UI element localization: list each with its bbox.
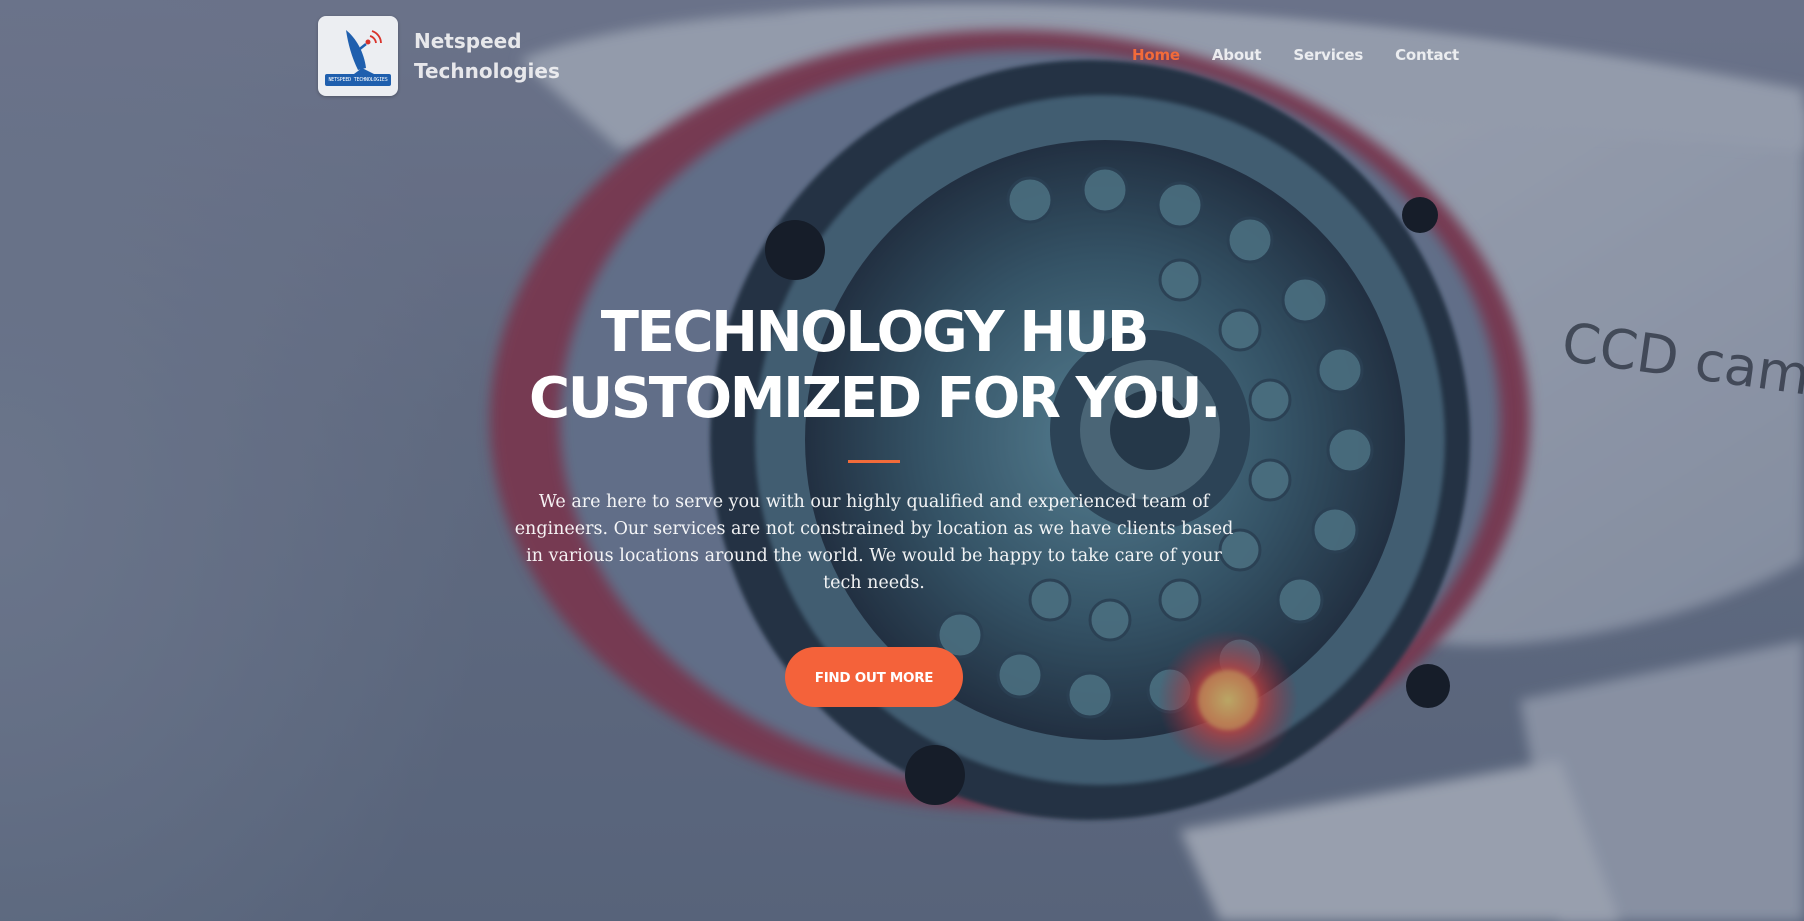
nav-item-about[interactable]: About [1212, 46, 1262, 64]
page: CCD camera NETSPEED TECHNOLOGIES Netspee… [0, 0, 1804, 921]
logo[interactable]: NETSPEED TECHNOLOGIES [318, 16, 398, 96]
find-out-more-button[interactable]: FIND OUT MORE [785, 647, 963, 707]
nav-item-home[interactable]: Home [1132, 46, 1180, 64]
logo-text: NETSPEED TECHNOLOGIES [328, 77, 388, 83]
hero: TECHNOLOGY HUB CUSTOMIZED FOR YOU. We ar… [0, 300, 1748, 707]
hero-divider [848, 460, 900, 463]
main-nav: Home About Services Contact [1132, 46, 1491, 64]
navbar: NETSPEED TECHNOLOGIES Netspeed Technolog… [0, 0, 1804, 115]
satellite-dish-icon [325, 30, 391, 86]
hero-title: TECHNOLOGY HUB CUSTOMIZED FOR YOU. [529, 300, 1221, 431]
brand[interactable]: NETSPEED TECHNOLOGIES Netspeed Technolog… [318, 16, 564, 96]
brand-name[interactable]: Netspeed Technologies [414, 26, 564, 86]
hero-description: We are here to serve you with our highly… [514, 492, 1234, 593]
nav-item-contact[interactable]: Contact [1395, 46, 1459, 64]
nav-item-services[interactable]: Services [1293, 46, 1363, 64]
